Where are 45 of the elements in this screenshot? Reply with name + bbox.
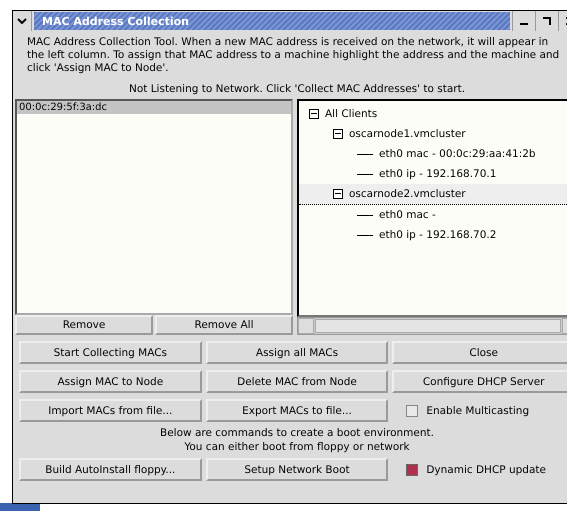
desktop-background xyxy=(0,503,40,511)
tree-line xyxy=(357,234,373,236)
checkbox[interactable] xyxy=(406,404,418,416)
action-button[interactable]: Start Collecting MACs xyxy=(19,341,202,364)
tree-item[interactable]: oscarnode2.vmcluster xyxy=(299,184,567,205)
checkbox-label: Dynamic DHCP update xyxy=(426,464,546,476)
maximize-icon xyxy=(543,17,551,25)
action-button[interactable]: Configure DHCP Server xyxy=(392,370,567,393)
note-text: You can either boot from floppy or network xyxy=(183,440,411,454)
intro-text: MAC Address Collection Tool. When a new MAC address is received on the network, it will appear in the left column. To assign that MAC address to a machine highlight the address and the machine and click 'Assign MAC to Node'. xyxy=(26,35,560,75)
checkbox-label: Enable Multicasting xyxy=(426,404,530,416)
tree-item[interactable]: eth0 ip - 192.168.70.2 xyxy=(299,225,567,245)
tree-label: eth0 mac - xyxy=(379,209,436,221)
tree-item[interactable]: eth0 mac - xyxy=(299,205,567,225)
horizontal-scrollbar[interactable] xyxy=(297,317,567,335)
action-button[interactable]: Export MACs to file... xyxy=(206,399,388,422)
tree-label: oscarnode1.vmcluster xyxy=(349,128,466,140)
expander-icon[interactable] xyxy=(333,189,343,199)
action-button[interactable]: Assign all MACs xyxy=(206,341,388,364)
tree-line xyxy=(357,214,373,216)
expander-icon[interactable] xyxy=(309,109,319,119)
checkbox[interactable] xyxy=(406,464,418,476)
action-button[interactable]: Close xyxy=(392,341,567,364)
note-text: Below are commands to create a boot environment. xyxy=(159,426,435,440)
chevron-icon xyxy=(17,18,27,24)
window-title: MAC Address Collection xyxy=(34,12,510,30)
mac-list-item[interactable]: 00:0c:29:5f:3a:dc xyxy=(17,101,291,114)
remove-button[interactable]: Remove xyxy=(15,315,153,335)
tree-label: eth0 mac - 00:0c:29:aa:41:2b xyxy=(379,148,536,160)
tree-item[interactable]: eth0 mac - 00:0c:29:aa:41:2b xyxy=(299,144,567,164)
tree-label: oscarnode2.vmcluster xyxy=(349,188,466,200)
tree-item[interactable]: eth0 ip - 192.168.70.1 xyxy=(299,164,567,184)
action-button[interactable]: Delete MAC from Node xyxy=(206,370,388,393)
expander-icon[interactable] xyxy=(333,129,343,139)
action-button[interactable]: Assign MAC to Node xyxy=(19,370,202,393)
tree-item[interactable]: oscarnode1.vmcluster xyxy=(299,124,567,144)
action-button[interactable]: Build AutoInstall floppy... xyxy=(19,458,202,481)
remove-button[interactable]: Remove All xyxy=(155,315,293,335)
action-button[interactable]: Import MACs from file... xyxy=(19,399,202,422)
tree-label: eth0 ip - 192.168.70.1 xyxy=(379,168,496,180)
tree-label: All Clients xyxy=(325,108,378,120)
tree-label: eth0 ip - 192.168.70.2 xyxy=(379,229,496,241)
action-button[interactable]: Setup Network Boot xyxy=(206,458,388,481)
tree-item[interactable]: All Clients xyxy=(299,104,567,124)
status-text: Not Listening to Network. Click 'Collect MAC Addresses' to start. xyxy=(128,83,466,95)
